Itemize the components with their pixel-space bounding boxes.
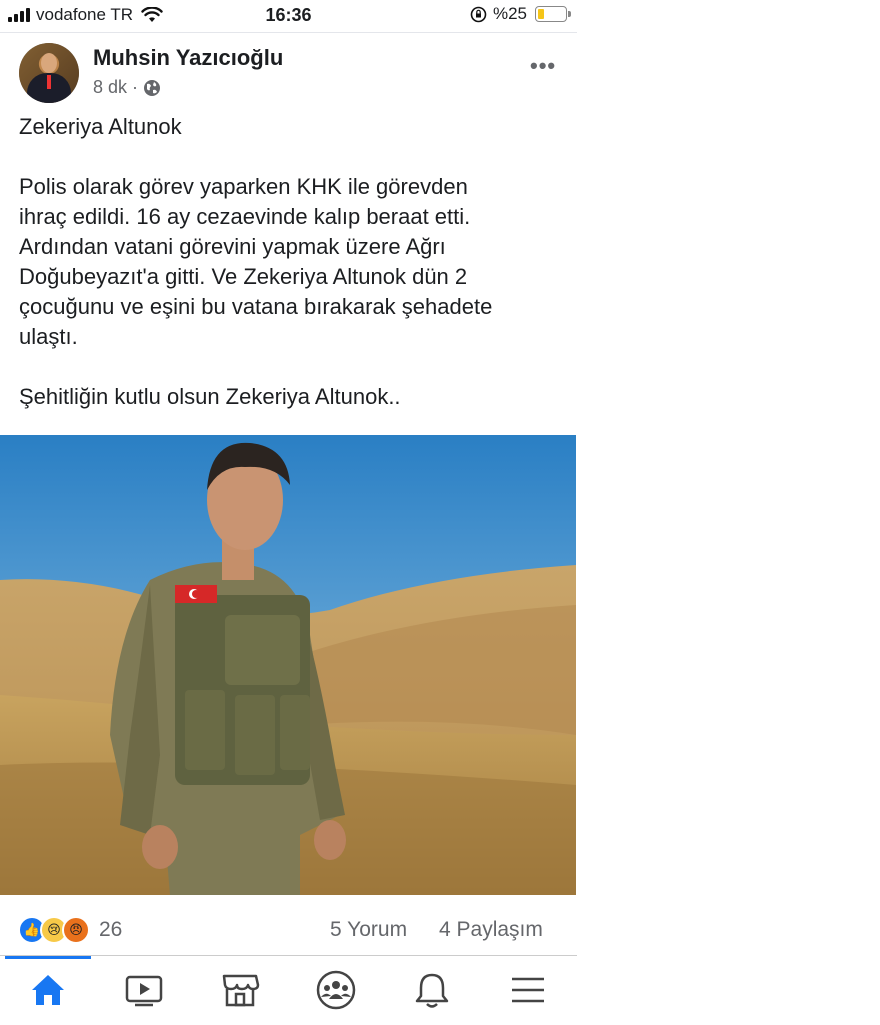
battery-fill <box>538 9 544 19</box>
marketplace-icon[interactable] <box>210 968 270 1012</box>
post-header: Muhsin Yazıcıoğlu 8 dk · ••• <box>0 32 577 111</box>
more-icon[interactable]: ••• <box>530 53 556 79</box>
groups-icon[interactable] <box>306 968 366 1012</box>
post-line: Ardından vatani görevini yapmak üzere Ağ… <box>19 234 446 259</box>
orientation-lock-icon <box>470 6 487 22</box>
post-photo[interactable] <box>0 435 576 895</box>
battery-percent: %25 <box>492 4 527 23</box>
author-name[interactable]: Muhsin Yazıcıoğlu <box>93 45 283 71</box>
phone-screen: vodafone TR 16:36 %25 Muhsin Yazıcıoğlu … <box>0 0 577 1024</box>
post-line: ihraç edildi. 16 ay cezaevinde kalıp ber… <box>19 204 471 229</box>
bottom-tab-bar <box>0 955 577 1025</box>
shares-count[interactable]: 4 Paylaşım <box>439 918 543 942</box>
post-line: Polis olarak görev yaparken KHK ile göre… <box>19 174 468 199</box>
post-title-line: Zekeriya Altunok <box>19 114 182 139</box>
home-icon[interactable] <box>18 968 78 1012</box>
post-time[interactable]: 8 dk <box>93 77 127 98</box>
battery-icon <box>535 6 571 22</box>
notifications-icon[interactable] <box>402 968 462 1012</box>
menu-icon[interactable] <box>498 968 558 1012</box>
post-line: Doğubeyazıt'a gitti. Ve Zekeriya Altunok… <box>19 264 468 289</box>
post-line: ulaştı. <box>19 324 78 349</box>
status-right: %25 <box>470 4 571 24</box>
status-bar: vodafone TR 16:36 %25 <box>0 0 577 32</box>
comments-count[interactable]: 5 Yorum <box>330 918 407 942</box>
globe-icon <box>144 79 161 96</box>
reaction-count[interactable]: 26 <box>99 918 122 942</box>
meta-separator: · <box>132 77 139 97</box>
avatar[interactable] <box>19 43 79 103</box>
active-tab-indicator <box>5 956 91 959</box>
angry-icon: 😠 <box>62 916 90 944</box>
post-text: Zekeriya Altunok Polis olarak görev yapa… <box>19 112 569 412</box>
post-meta: 8 dk · <box>93 77 161 98</box>
reaction-icons[interactable]: 👍 😢 😠 <box>18 916 90 944</box>
soldier-photo <box>0 435 576 895</box>
post-line: çocuğunu ve eşini bu vatana bırakarak şe… <box>19 294 493 319</box>
reactions-bar: 👍 😢 😠 26 5 Yorum 4 Paylaşım <box>0 908 577 952</box>
post-closing-line: Şehitliğin kutlu olsun Zekeriya Altunok.… <box>19 384 401 409</box>
video-icon[interactable] <box>114 968 174 1012</box>
